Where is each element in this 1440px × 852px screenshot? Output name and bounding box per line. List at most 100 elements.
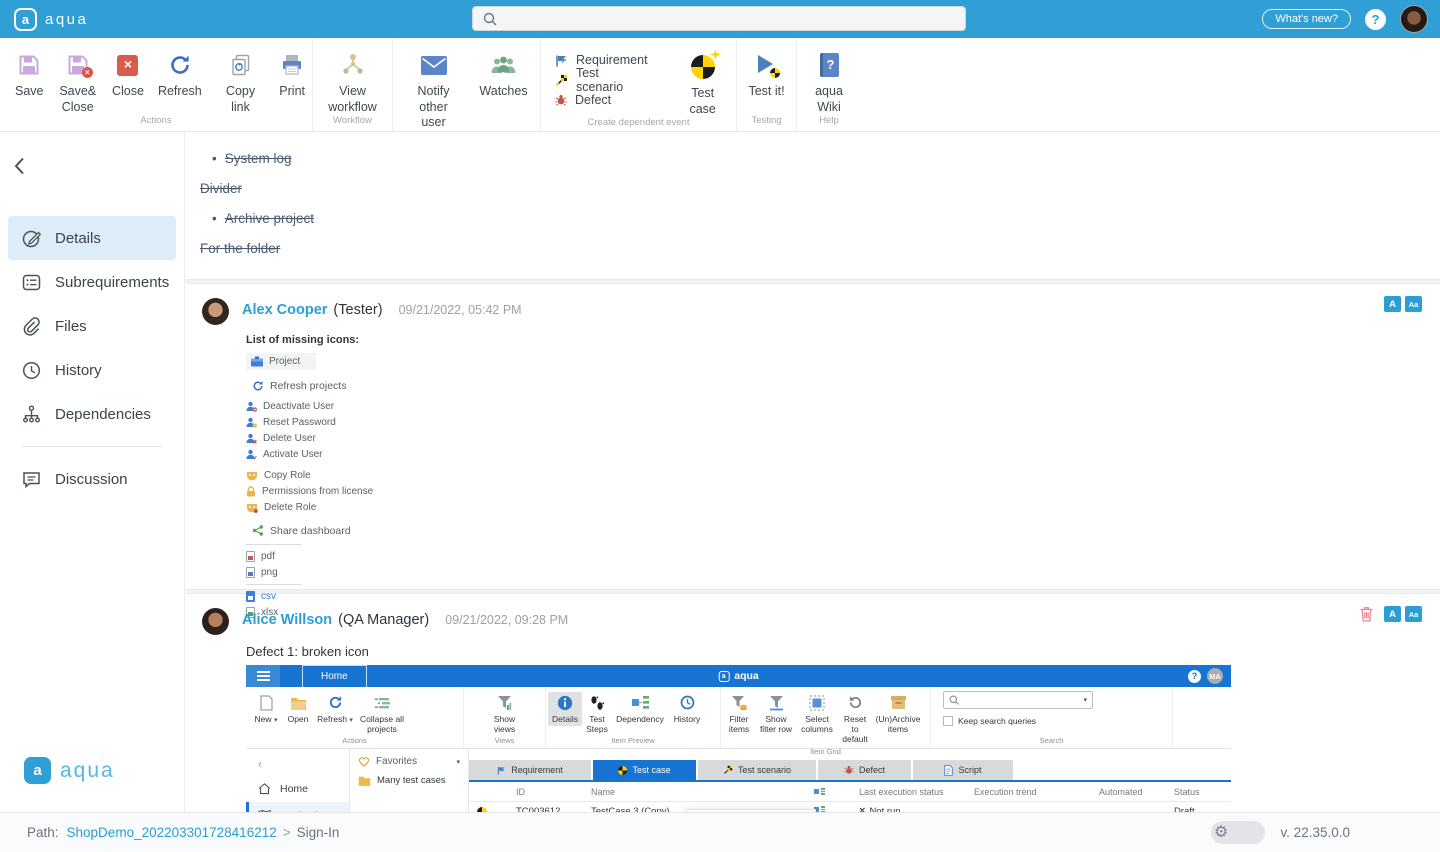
- view-workflow-label: View workflow: [324, 84, 382, 115]
- client-tab-script: Script: [913, 760, 1013, 780]
- comment-body-text: Defect 1: broken icon: [246, 644, 1424, 659]
- description-block: •System log Divider •Archive project For…: [186, 132, 1440, 279]
- sidebar-item-label: History: [55, 362, 102, 379]
- client-group-label: Views: [464, 736, 545, 748]
- delete-comment-button[interactable]: [1359, 606, 1374, 622]
- user-avatar[interactable]: [1400, 5, 1428, 33]
- client-history-label: History: [674, 714, 700, 724]
- whats-new-button[interactable]: What's new?: [1262, 9, 1351, 29]
- client-help-icon: ?: [1188, 670, 1201, 683]
- translate-button[interactable]: Aa: [1405, 606, 1422, 622]
- sidebar-item-dependencies[interactable]: Dependencies: [8, 392, 176, 436]
- ribbon-group-testing: Test it! Testing: [737, 38, 797, 131]
- test-scenario-icon: [555, 74, 568, 87]
- global-search-input[interactable]: [472, 6, 966, 31]
- client-details-label: Details: [552, 714, 578, 724]
- description-line: •System log: [200, 151, 1426, 166]
- delete-role-icon: [246, 503, 258, 513]
- sidebar-divider: [22, 446, 162, 447]
- png-icon: [246, 567, 255, 578]
- sidebar-brand: a aqua: [24, 757, 115, 784]
- client-reset-label: Reset to default: [840, 714, 870, 745]
- test-case-icon: [618, 766, 627, 775]
- settings-toggle[interactable]: ⚙: [1211, 821, 1265, 844]
- missing-icon-item: Project: [246, 353, 316, 370]
- client-grid-header: ID Name Last execution status Execution …: [469, 782, 1231, 802]
- missing-icon-item: Activate User: [246, 447, 1424, 462]
- help-button[interactable]: ?: [1365, 9, 1386, 30]
- missing-icon-label: Delete Role: [264, 502, 316, 513]
- path-project-link[interactable]: ShopDemo_202203301728416212: [67, 825, 277, 840]
- header-right: What's new? ?: [1262, 0, 1428, 38]
- subrequirements-icon: [22, 273, 41, 292]
- edit-icon: [22, 229, 41, 248]
- refresh-button[interactable]: Refresh: [151, 51, 209, 100]
- dropdown-caret-icon: ▾: [1083, 696, 1087, 704]
- notify-icon: [421, 51, 447, 79]
- list-divider: [246, 584, 302, 585]
- attached-screenshot[interactable]: Home a aqua ? MA New ▾: [246, 665, 1231, 812]
- missing-icon-item: pdf: [246, 549, 1424, 564]
- ribbon-filler: [861, 38, 1440, 131]
- client-collapse-label: Collapse all projects: [360, 714, 404, 734]
- translate-button[interactable]: Aa: [1405, 296, 1422, 312]
- requirement-menu-item[interactable]: Requirement: [555, 53, 649, 67]
- test-case-button[interactable]: Test case: [669, 51, 736, 117]
- sidebar-item-details[interactable]: Details: [8, 216, 176, 260]
- comment-author-link[interactable]: Alice Willson: [242, 612, 332, 628]
- sidebar-item-history[interactable]: History: [8, 348, 176, 392]
- sidebar-brand-name: aqua: [60, 759, 115, 783]
- not-run-icon: ×: [859, 805, 865, 812]
- client-nav-home: Home: [246, 775, 349, 802]
- sidebar-item-files[interactable]: Files: [8, 304, 176, 348]
- sidebar-item-label: Discussion: [55, 471, 128, 488]
- format-button[interactable]: A: [1384, 606, 1401, 622]
- requirement-icon: [497, 766, 506, 775]
- sidebar-item-discussion[interactable]: Discussion: [8, 457, 176, 501]
- close-button[interactable]: × Close: [105, 51, 151, 100]
- comment-alex-cooper: Alex Cooper (Tester) 09/21/2022, 05:42 P…: [186, 284, 1440, 589]
- save-close-button[interactable]: × Save& Close: [51, 51, 105, 115]
- copy-link-icon: [229, 51, 253, 79]
- client-group-views: Show views Views: [464, 687, 546, 748]
- client-tab-requirement: Requirement: [469, 760, 591, 780]
- notify-other-user-button[interactable]: Notify other user: [399, 51, 469, 131]
- test-it-button[interactable]: Test it!: [741, 51, 791, 100]
- sidebar-item-subrequirements[interactable]: Subrequirements: [8, 260, 176, 304]
- aqua-wiki-button[interactable]: ? aqua Wiki: [797, 51, 861, 115]
- reset-password-icon: [246, 417, 257, 428]
- client-brand-name: aqua: [734, 670, 759, 682]
- copy-link-button[interactable]: Copy link: [209, 51, 273, 115]
- format-button[interactable]: A: [1384, 296, 1401, 312]
- test-scenario-menu-item[interactable]: Test scenario: [555, 73, 649, 87]
- test-case-label: Test case: [676, 86, 729, 117]
- struck-text: System log: [225, 151, 292, 166]
- path-separator: >: [283, 825, 291, 840]
- sidebar-item-label: Details: [55, 230, 101, 247]
- struck-text: Archive project: [225, 211, 314, 226]
- ribbon-group-help: ? aqua Wiki Help: [797, 38, 861, 131]
- cell-execution: ×Not run: [859, 805, 901, 812]
- print-button[interactable]: Print: [272, 51, 312, 100]
- print-label: Print: [279, 84, 305, 100]
- client-keep-search-checkbox: Keep search queries: [943, 716, 1172, 726]
- comment-author-link[interactable]: Alex Cooper: [242, 302, 327, 318]
- app-logo[interactable]: a aqua: [14, 8, 88, 31]
- reset-to-default-icon: [848, 694, 863, 711]
- save-button[interactable]: Save: [8, 51, 51, 100]
- missing-icon-item: Share dashboard: [252, 521, 1424, 540]
- test-scenario-icon: [723, 765, 733, 775]
- delete-user-icon: [246, 433, 257, 444]
- client-open-label: Open: [288, 714, 309, 724]
- watches-button[interactable]: Watches: [473, 51, 535, 100]
- missing-icon-label: Activate User: [263, 449, 322, 460]
- client-favorites-header: Favorites ▾: [358, 756, 460, 767]
- test-it-icon: [756, 51, 778, 79]
- defect-icon: [844, 765, 854, 775]
- view-workflow-button[interactable]: View workflow: [317, 51, 389, 115]
- defect-menu-item[interactable]: Defect: [555, 93, 649, 107]
- sidebar-item-label: Subrequirements: [55, 274, 169, 291]
- ribbon-group-notify: Notify other user Watches Notify: [393, 38, 541, 131]
- status-bar: Path: ShopDemo_202203301728416212 > Sign…: [0, 812, 1440, 852]
- collapse-sidebar-button[interactable]: [14, 156, 34, 176]
